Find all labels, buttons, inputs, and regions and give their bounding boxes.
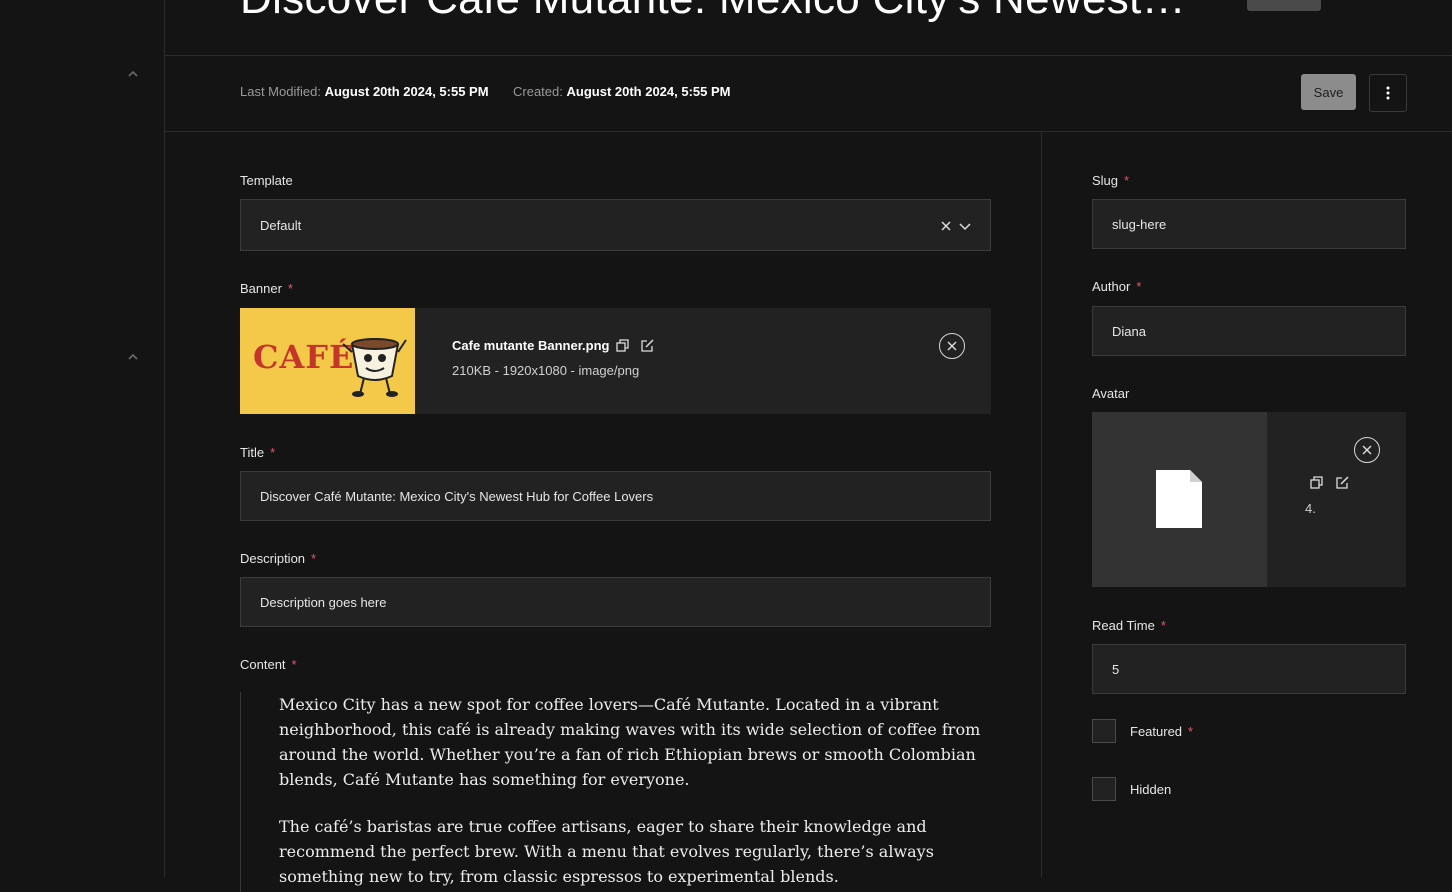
last-modified-value: August 20th 2024, 5:55 PM xyxy=(324,84,489,99)
avatar-file-info: 4. xyxy=(1305,501,1316,516)
remove-banner-button[interactable] xyxy=(939,333,965,359)
banner-label: Banner * xyxy=(240,281,293,296)
featured-checkbox[interactable] xyxy=(1092,719,1116,743)
template-label: Template xyxy=(240,173,293,188)
sidebar xyxy=(0,0,165,877)
title-value: Discover Café Mutante: Mexico City's New… xyxy=(260,488,654,504)
author-label: Author * xyxy=(1092,279,1142,294)
avatar-upload: 4. xyxy=(1092,412,1406,587)
content-editor[interactable]: Mexico City has a new spot for coffee lo… xyxy=(240,692,1001,892)
edit-icon[interactable] xyxy=(641,339,654,352)
template-select[interactable]: Default xyxy=(240,199,991,251)
hidden-label: Hidden xyxy=(1130,782,1172,797)
clear-icon[interactable] xyxy=(941,221,951,231)
status-badge xyxy=(1247,0,1321,11)
featured-label: Featured * xyxy=(1130,724,1194,739)
content-paragraph: The café’s baristas are true coffee arti… xyxy=(279,817,934,886)
template-value: Default xyxy=(260,217,302,233)
banner-upload: CAFÉ Cafe mutante Banner.png 210KB - 192… xyxy=(240,308,991,414)
description-input[interactable]: Description goes here xyxy=(240,577,991,627)
content-paragraph: Mexico City has a new spot for coffee lo… xyxy=(279,695,981,789)
title-input[interactable]: Discover Café Mutante: Mexico City's New… xyxy=(240,471,991,521)
chevron-down-icon[interactable] xyxy=(959,221,971,231)
close-icon xyxy=(947,341,957,351)
read-time-input[interactable]: 5 xyxy=(1092,644,1406,694)
chevron-up-icon[interactable] xyxy=(127,351,139,363)
slug-label: Slug * xyxy=(1092,173,1130,188)
banner-thumbnail[interactable]: CAFÉ xyxy=(240,308,415,414)
description-placeholder: Description goes here xyxy=(260,594,387,610)
banner-file-info: 210KB - 1920x1080 - image/png xyxy=(452,363,640,378)
read-time-label: Read Time * xyxy=(1092,618,1166,633)
kebab-menu-icon xyxy=(1386,86,1390,100)
avatar-thumbnail[interactable] xyxy=(1092,412,1267,587)
created: Created: August 20th 2024, 5:55 PM xyxy=(513,84,731,99)
slug-input[interactable]: slug-here xyxy=(1092,199,1406,249)
created-value: August 20th 2024, 5:55 PM xyxy=(566,84,731,99)
read-time-value: 5 xyxy=(1112,661,1120,677)
remove-avatar-button[interactable] xyxy=(1354,437,1380,463)
avatar-label: Avatar xyxy=(1092,386,1130,401)
title-bar: Discover Café Mutante: Mexico City's New… xyxy=(165,0,1452,56)
title-label: Title * xyxy=(240,445,276,460)
content-label: Content * xyxy=(240,657,297,672)
author-input[interactable]: Diana xyxy=(1092,306,1406,356)
document-meta-bar: Last Modified: August 20th 2024, 5:55 PM… xyxy=(165,56,1452,132)
save-button[interactable]: Save xyxy=(1301,74,1356,110)
chevron-up-icon[interactable] xyxy=(127,68,139,80)
banner-filename: Cafe mutante Banner.png xyxy=(452,338,610,353)
created-label: Created: xyxy=(513,84,563,99)
close-icon xyxy=(1362,445,1372,455)
main-content: Discover Café Mutante: Mexico City's New… xyxy=(165,0,1452,892)
last-modified: Last Modified: August 20th 2024, 5:55 PM xyxy=(240,84,489,99)
edit-icon[interactable] xyxy=(1336,476,1349,489)
page-title: Discover Café Mutante: Mexico City's New… xyxy=(240,0,1186,24)
main-fields-column: Template Default Banner * CAFÉ Cafe muta… xyxy=(165,132,1042,892)
coffee-cup-mascot-icon xyxy=(342,338,407,397)
slug-value: slug-here xyxy=(1112,216,1167,232)
copy-icon[interactable] xyxy=(1310,476,1323,489)
banner-file-row: Cafe mutante Banner.png xyxy=(452,338,654,353)
copy-icon[interactable] xyxy=(616,339,630,352)
file-icon xyxy=(1156,470,1202,528)
hidden-checkbox[interactable] xyxy=(1092,777,1116,801)
last-modified-label: Last Modified: xyxy=(240,84,321,99)
author-value: Diana xyxy=(1112,323,1146,339)
description-label: Description * xyxy=(240,551,317,566)
more-options-button[interactable] xyxy=(1369,74,1407,112)
sidebar-fields-column: Slug * slug-here Author * Diana Avatar 4. … xyxy=(1042,132,1452,877)
